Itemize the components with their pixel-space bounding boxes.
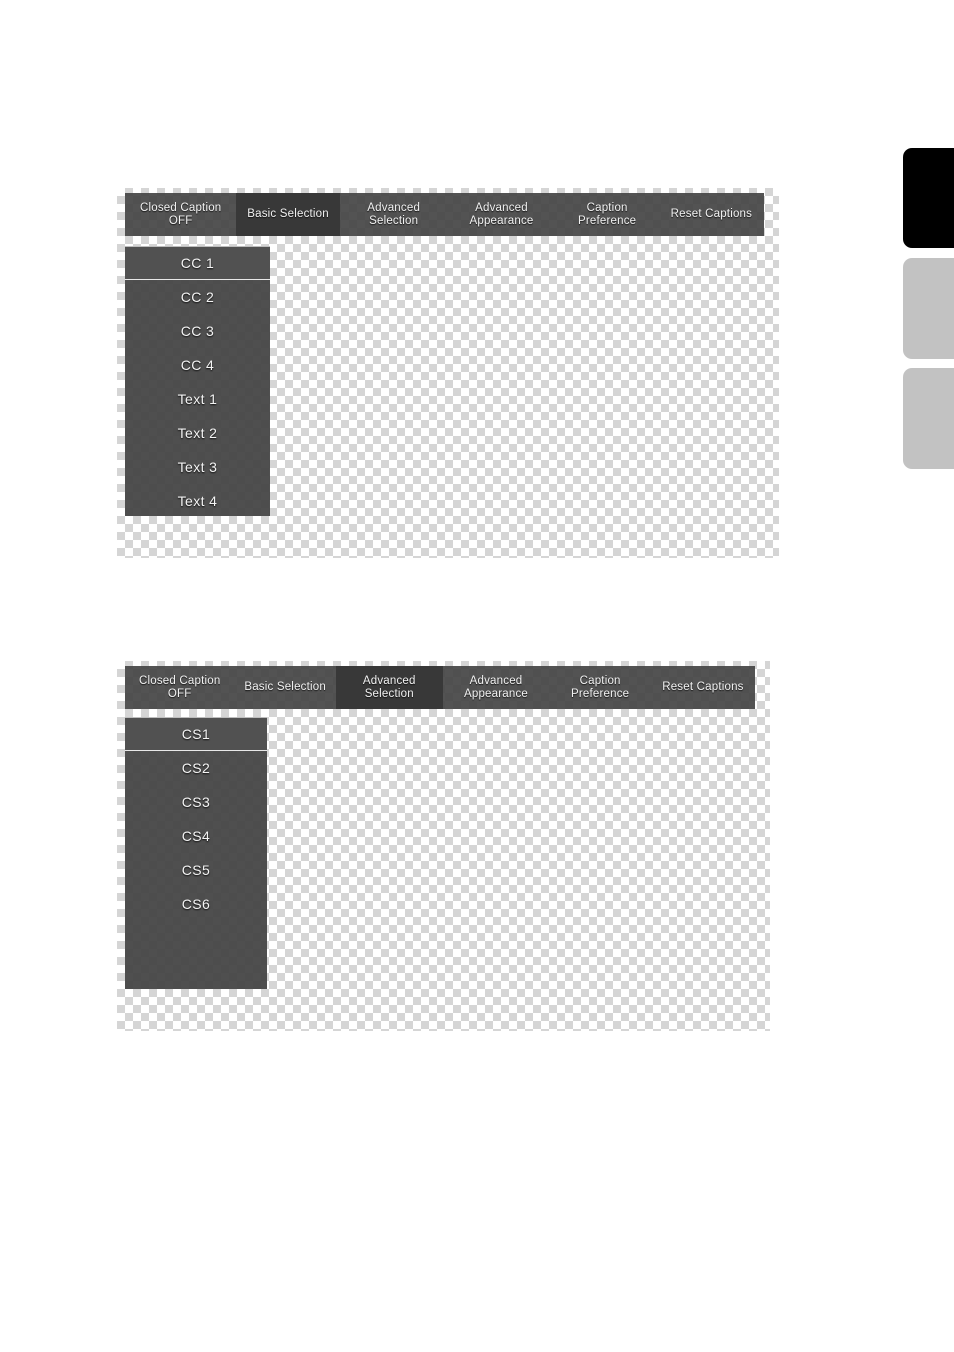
list-item-text-1[interactable]: Text 1 bbox=[125, 382, 270, 416]
list-item-text-4[interactable]: Text 4 bbox=[125, 484, 270, 518]
edge-tab-gray-1 bbox=[903, 258, 954, 359]
caption-menu-tabbar: Closed Caption OFF Basic Selection Advan… bbox=[125, 193, 764, 236]
list-item-cs4[interactable]: CS4 bbox=[125, 819, 267, 853]
list-item-cc-3[interactable]: CC 3 bbox=[125, 314, 270, 348]
tab-advanced-selection[interactable]: Advanced Selection bbox=[340, 193, 448, 236]
tab-advanced-appearance[interactable]: Advanced Appearance bbox=[443, 666, 550, 709]
list-item-cc-1[interactable]: CC 1 bbox=[125, 246, 270, 280]
list-item-cs6[interactable]: CS6 bbox=[125, 887, 267, 921]
closed-caption-screen-advanced-selection: Closed Caption OFF Basic Selection Advan… bbox=[117, 661, 770, 1031]
closed-caption-screen-basic-selection: Closed Caption OFF Basic Selection Advan… bbox=[117, 188, 779, 558]
tab-advanced-selection[interactable]: Advanced Selection bbox=[335, 666, 443, 709]
list-item-cs1[interactable]: CS1 bbox=[125, 717, 267, 751]
tab-reset-captions[interactable]: Reset Captions bbox=[659, 193, 764, 236]
list-item-cc-4[interactable]: CC 4 bbox=[125, 348, 270, 382]
tab-caption-preference[interactable]: Caption Preference bbox=[555, 193, 658, 236]
caption-menu-tabbar: Closed Caption OFF Basic Selection Advan… bbox=[125, 666, 755, 709]
edge-tab-black bbox=[903, 148, 954, 248]
tab-reset-captions[interactable]: Reset Captions bbox=[651, 666, 755, 709]
list-item-cs5[interactable]: CS5 bbox=[125, 853, 267, 887]
tab-caption-preference[interactable]: Caption Preference bbox=[549, 666, 650, 709]
tab-closed-caption-off[interactable]: Closed Caption OFF bbox=[125, 666, 234, 709]
tab-advanced-appearance[interactable]: Advanced Appearance bbox=[448, 193, 556, 236]
list-item-text-2[interactable]: Text 2 bbox=[125, 416, 270, 450]
list-item-cc-2[interactable]: CC 2 bbox=[125, 280, 270, 314]
tab-basic-selection[interactable]: Basic Selection bbox=[234, 666, 335, 709]
edge-tab-gray-2 bbox=[903, 368, 954, 469]
list-item-cs2[interactable]: CS2 bbox=[125, 751, 267, 785]
list-item-cs3[interactable]: CS3 bbox=[125, 785, 267, 819]
basic-selection-option-list: CC 1 CC 2 CC 3 CC 4 Text 1 Text 2 Text 3… bbox=[125, 246, 270, 516]
advanced-selection-option-list: CS1 CS2 CS3 CS4 CS5 CS6 bbox=[125, 717, 267, 989]
tab-basic-selection[interactable]: Basic Selection bbox=[236, 193, 340, 236]
list-item-text-3[interactable]: Text 3 bbox=[125, 450, 270, 484]
tab-closed-caption-off[interactable]: Closed Caption OFF bbox=[125, 193, 236, 236]
